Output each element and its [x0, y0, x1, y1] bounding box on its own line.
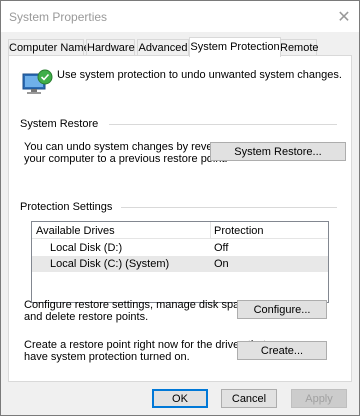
info-text: Use system protection to undo unwanted s… [57, 69, 342, 81]
close-icon[interactable]: ✕ [329, 1, 359, 32]
system-restore-heading: System Restore [20, 118, 99, 130]
tab-advanced[interactable]: Advanced [137, 39, 189, 56]
column-separator [210, 222, 211, 239]
section-divider [121, 207, 337, 208]
system-protection-panel: Use system protection to undo unwanted s… [8, 55, 352, 382]
drives-list: Available Drives Protection Local Disk (… [31, 221, 329, 303]
configure-button[interactable]: Configure... [237, 300, 327, 319]
title-bar: System Properties ✕ [1, 1, 359, 32]
tab-remote[interactable]: Remote [279, 39, 319, 56]
drive-row[interactable]: Local Disk (D:) Off [32, 240, 328, 256]
tab-system-protection[interactable]: System Protection [189, 37, 281, 57]
create-description: Create a restore point right now for the… [24, 339, 266, 363]
system-restore-button[interactable]: System Restore... [210, 142, 346, 161]
system-protection-icon [22, 69, 53, 94]
drive-protection-status: On [214, 258, 229, 270]
ok-button[interactable]: OK [152, 389, 208, 408]
tab-hardware[interactable]: Hardware [86, 39, 135, 56]
drive-name: Local Disk (D:) [50, 242, 123, 254]
configure-desc-line2: and delete restore points. [24, 311, 149, 323]
column-header-protection[interactable]: Protection [214, 225, 264, 237]
drives-list-header: Available Drives Protection [32, 222, 328, 239]
configure-desc-line1: Configure restore settings, manage disk … [24, 299, 254, 311]
drive-row[interactable]: Local Disk (C:) (System) On [32, 256, 328, 272]
configure-description: Configure restore settings, manage disk … [24, 299, 254, 323]
system-restore-desc-line1: You can undo system changes by reverting [24, 141, 234, 153]
drive-name: Local Disk (C:) (System) [50, 258, 170, 270]
apply-button[interactable]: Apply [291, 389, 347, 408]
window-title: System Properties [9, 10, 108, 24]
tab-computer-name[interactable]: Computer Name [8, 39, 90, 56]
create-desc-line2: have system protection turned on. [24, 351, 190, 363]
create-desc-line1: Create a restore point right now for the… [24, 339, 267, 351]
drive-protection-status: Off [214, 242, 229, 254]
protection-settings-heading: Protection Settings [20, 201, 113, 213]
column-header-drives[interactable]: Available Drives [36, 225, 115, 237]
section-divider [109, 124, 337, 125]
create-button[interactable]: Create... [237, 341, 327, 360]
system-restore-desc-line2: your computer to a previous restore poin… [24, 153, 228, 165]
cancel-button[interactable]: Cancel [221, 389, 277, 408]
system-properties-dialog: System Properties ✕ Computer Name Hardwa… [0, 0, 360, 416]
system-restore-description: You can undo system changes by reverting… [24, 141, 234, 165]
